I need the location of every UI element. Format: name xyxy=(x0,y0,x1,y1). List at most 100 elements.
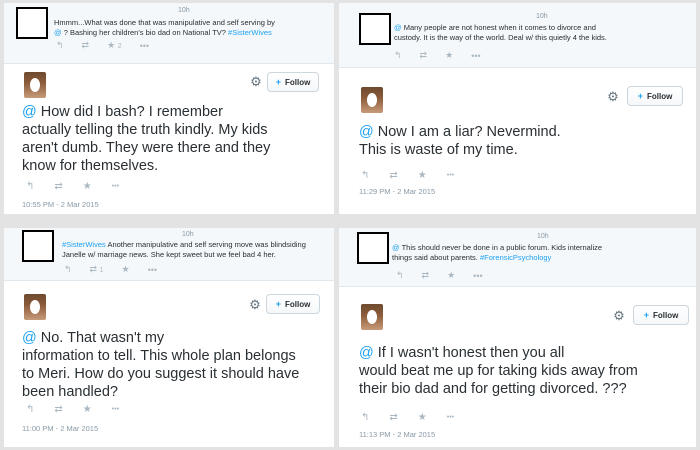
retweet-icon[interactable]: ⇄ xyxy=(54,181,62,192)
more-icon[interactable]: ••• xyxy=(112,183,119,190)
like-icon[interactable]: ★ 2 xyxy=(107,40,122,51)
tweet-body: How did I bash? I remember actually tell… xyxy=(22,104,271,174)
more-icon[interactable]: ••• xyxy=(447,172,454,179)
tweet-text: @ Now I am a liar? Nevermind. This is wa… xyxy=(359,123,561,159)
tweet-timestamp[interactable]: 11:13 PM - 2 Mar 2015 xyxy=(359,430,435,439)
retweet-icon[interactable]: ⇄ 1 xyxy=(90,264,104,275)
parent-text-line1: Another manipulative and self serving mo… xyxy=(107,240,306,249)
more-icon[interactable]: ••• xyxy=(471,51,480,61)
reply-icon[interactable]: ↰ xyxy=(361,412,369,423)
tweet-mention[interactable]: @ xyxy=(359,345,374,361)
tweet-timestamp[interactable]: 10:55 PM - 2 Mar 2015 xyxy=(22,200,99,209)
follow-button[interactable]: + Follow xyxy=(627,86,683,106)
parent-hashtag[interactable]: #SisterWives xyxy=(228,28,272,37)
reply-icon[interactable]: ↰ xyxy=(26,181,34,192)
parent-hashtag[interactable]: #ForensicPsychology xyxy=(480,253,551,262)
reply-icon[interactable]: ↰ xyxy=(26,404,34,415)
tweet-mention[interactable]: @ xyxy=(22,104,37,120)
reply-icon[interactable]: ↰ xyxy=(396,270,404,281)
more-icon[interactable]: ••• xyxy=(148,265,157,275)
parent-tweet[interactable]: 10h @ This should never be done in a pub… xyxy=(339,228,696,287)
parent-mention[interactable]: @ xyxy=(54,28,62,37)
parent-actions: ↰ ⇄ ★ ••• xyxy=(396,270,483,281)
parent-mention[interactable]: @ xyxy=(394,23,402,32)
more-icon[interactable]: ••• xyxy=(140,41,149,51)
parent-avatar[interactable] xyxy=(16,7,48,39)
tweet-panel-1: 10h Hmmm...What was done that was manipu… xyxy=(4,3,334,214)
gear-icon[interactable]: ⚙ xyxy=(612,309,626,323)
tweet-text: @ No. That wasn't my information to tell… xyxy=(22,329,299,401)
gear-icon[interactable]: ⚙ xyxy=(249,75,263,89)
parent-tweet[interactable]: 10h @ Many people are not honest when it… xyxy=(339,3,696,68)
more-icon[interactable]: ••• xyxy=(473,271,482,281)
parent-tweet[interactable]: 10h Hmmm...What was done that was manipu… xyxy=(4,3,334,64)
parent-text: @ Many people are not honest when it com… xyxy=(394,23,607,43)
follow-button[interactable]: + Follow xyxy=(267,72,319,92)
more-icon[interactable]: ••• xyxy=(112,406,119,413)
follow-label: Follow xyxy=(284,299,311,309)
parent-avatar[interactable] xyxy=(22,230,54,262)
follow-label: Follow xyxy=(646,91,673,101)
parent-time: 10h xyxy=(537,233,549,240)
parent-actions: ↰ ⇄ ★ ••• xyxy=(394,50,481,61)
reply-icon[interactable]: ↰ xyxy=(56,40,64,51)
follow-button[interactable]: + Follow xyxy=(266,294,320,314)
avatar-face xyxy=(30,78,40,92)
retweet-icon[interactable]: ⇄ xyxy=(420,50,428,61)
reply-icon[interactable]: ↰ xyxy=(394,50,402,61)
avatar[interactable] xyxy=(361,87,383,113)
tweet-panel-3: 10h #SisterWives Another manipulative an… xyxy=(4,228,334,447)
parent-text-line1: Many people are not honest when it comes… xyxy=(403,23,596,32)
gear-icon[interactable]: ⚙ xyxy=(248,298,262,312)
tweet-panel-4: 10h @ This should never be done in a pub… xyxy=(339,228,696,447)
like-count: 2 xyxy=(117,43,122,50)
avatar[interactable] xyxy=(361,304,383,330)
tweet-timestamp[interactable]: 11:29 PM - 2 Mar 2015 xyxy=(359,187,435,196)
reply-icon[interactable]: ↰ xyxy=(64,264,72,275)
parent-text-line1: This should never be done in a public fo… xyxy=(401,243,603,252)
avatar[interactable] xyxy=(24,72,46,98)
parent-actions: ↰ ⇄ ★ 2 ••• xyxy=(56,40,149,51)
retweet-icon[interactable]: ⇄ xyxy=(422,270,430,281)
tweet-timestamp[interactable]: 11:00 PM - 2 Mar 2015 xyxy=(22,424,98,433)
parent-text: Hmmm...What was done that was manipulati… xyxy=(54,18,275,38)
follow-plus-icon: + xyxy=(637,91,643,101)
follow-label: Follow xyxy=(284,77,311,87)
parent-mention[interactable]: @ xyxy=(392,243,400,252)
follow-button[interactable]: + Follow xyxy=(633,305,689,325)
more-icon[interactable]: ••• xyxy=(447,414,454,421)
tweet-body: If I wasn't honest then you all would be… xyxy=(359,345,638,397)
parent-avatar[interactable] xyxy=(357,232,389,264)
retweet-icon[interactable]: ⇄ xyxy=(82,40,90,51)
like-icon[interactable]: ★ xyxy=(83,404,92,415)
reply-icon[interactable]: ↰ xyxy=(361,170,369,181)
parent-time: 10h xyxy=(178,7,190,14)
tweet-mention[interactable]: @ xyxy=(22,330,37,346)
parent-text-line2: things said about parents. xyxy=(392,253,478,262)
tweet-body: No. That wasn't my information to tell. … xyxy=(22,330,300,400)
retweet-arrows-icon: ⇄ xyxy=(89,264,98,274)
gear-icon[interactable]: ⚙ xyxy=(606,90,620,104)
like-icon[interactable]: ★ xyxy=(418,412,427,423)
parent-text: @ This should never be done in a public … xyxy=(392,243,602,263)
parent-time: 10h xyxy=(182,231,194,238)
parent-tweet[interactable]: 10h #SisterWives Another manipulative an… xyxy=(4,228,334,281)
retweet-icon[interactable]: ⇄ xyxy=(54,404,62,415)
parent-text-line2: ? Bashing her children's bio dad on Nati… xyxy=(63,28,226,37)
parent-hashtag[interactable]: #SisterWives xyxy=(62,240,106,249)
like-icon[interactable]: ★ xyxy=(83,181,92,192)
like-icon[interactable]: ★ xyxy=(122,264,130,275)
follow-plus-icon: + xyxy=(275,299,281,309)
retweet-icon[interactable]: ⇄ xyxy=(389,412,397,423)
like-icon[interactable]: ★ xyxy=(447,270,455,281)
avatar-face xyxy=(367,93,377,107)
like-icon[interactable]: ★ xyxy=(445,50,453,61)
tweet-mention[interactable]: @ xyxy=(359,124,374,140)
like-icon[interactable]: ★ xyxy=(418,170,427,181)
retweet-icon[interactable]: ⇄ xyxy=(389,170,397,181)
parent-actions: ↰ ⇄ 1 ★ ••• xyxy=(64,264,157,275)
follow-plus-icon: + xyxy=(643,310,649,320)
avatar-face xyxy=(367,310,377,324)
avatar[interactable] xyxy=(24,294,46,320)
parent-avatar[interactable] xyxy=(359,13,391,45)
